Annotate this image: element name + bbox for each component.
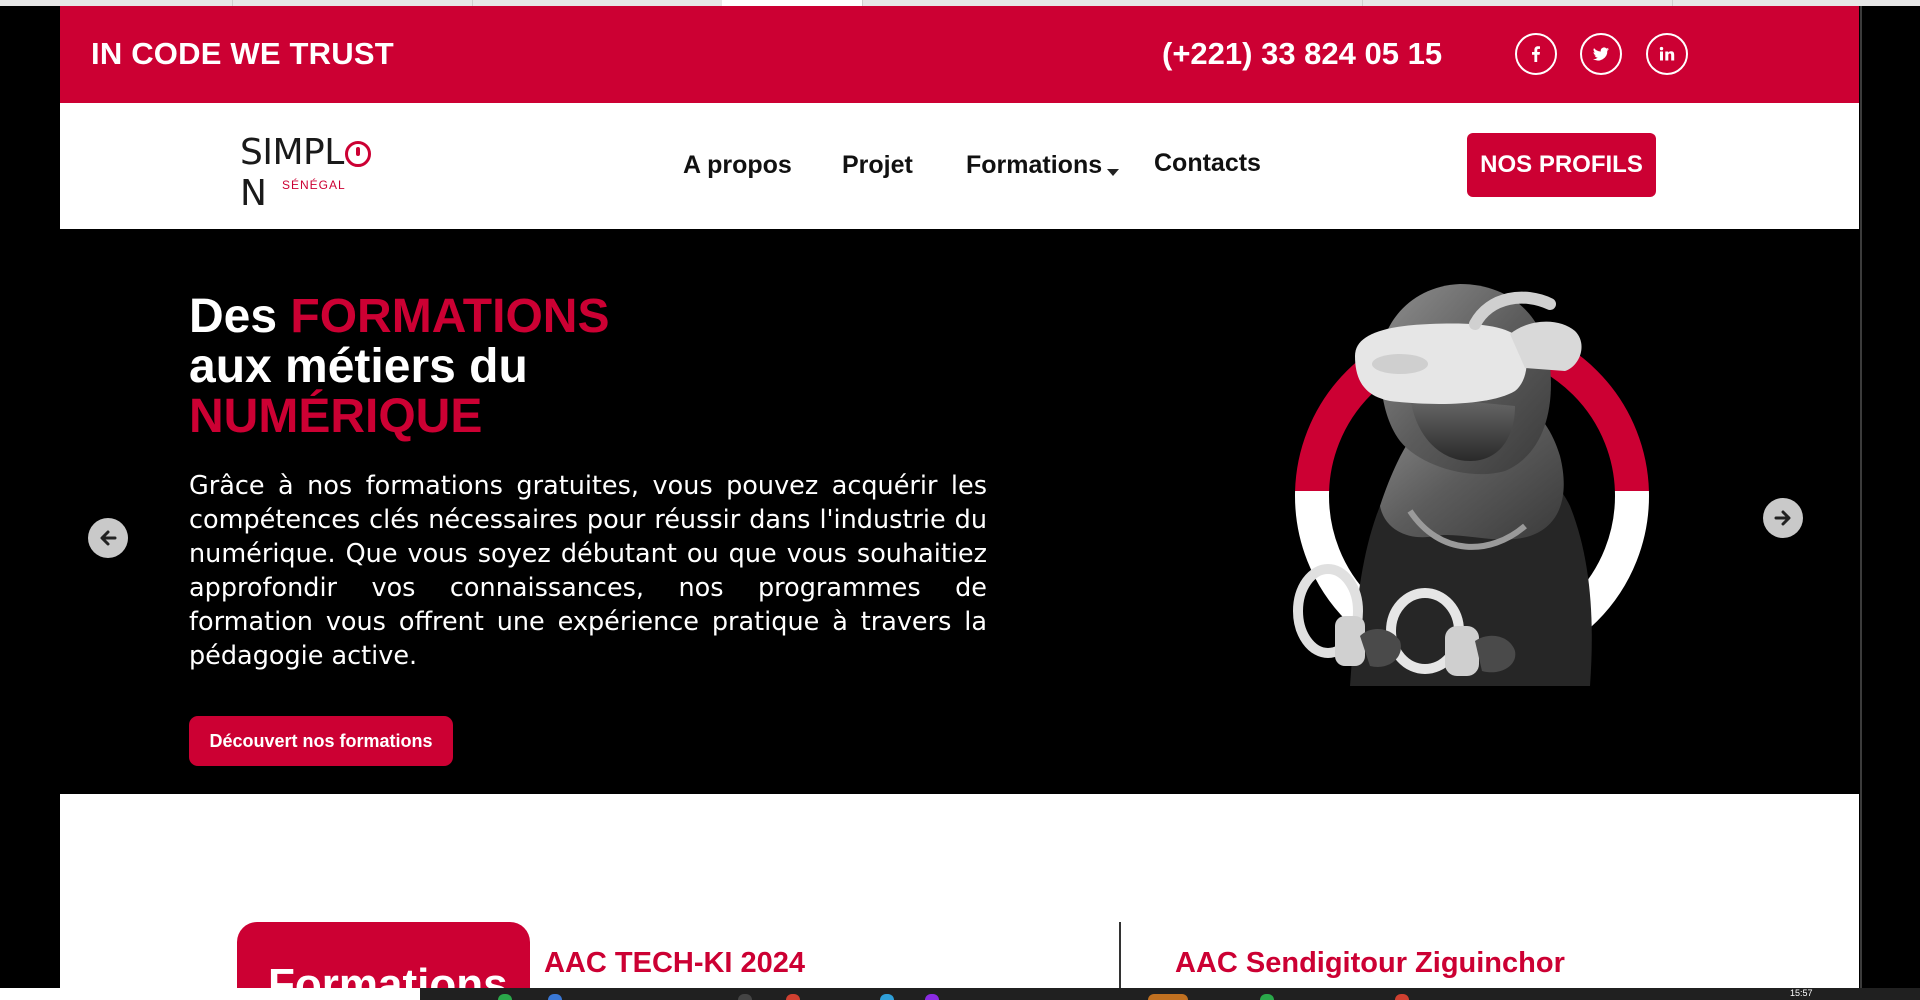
nav-contacts[interactable]: Contacts [1154, 149, 1261, 178]
main-navigation: SIMPLN SÉNÉGAL A propos Projet Formation… [60, 103, 1859, 229]
app-icon[interactable] [880, 994, 894, 1000]
divider [1119, 922, 1121, 988]
arrow-right-icon[interactable] [1763, 498, 1803, 538]
power-icon [344, 141, 371, 167]
formations-section: Formations AAC TECH-KI 2024 AAC Sendigit… [60, 794, 1859, 988]
formation-card-title[interactable]: AAC Sendigitour Ziguinchor [1175, 947, 1565, 980]
scrollbar-track[interactable] [1860, 6, 1862, 988]
app-icon[interactable] [548, 994, 562, 1000]
phone-number[interactable]: (+221) 33 824 05 15 [1162, 36, 1442, 72]
left-margin [0, 6, 60, 988]
nav-formations[interactable]: Formations [966, 151, 1102, 180]
app-icon[interactable] [1395, 994, 1409, 1000]
discover-formations-button[interactable]: Découvert nos formations [189, 716, 453, 766]
taskbar-search-box[interactable] [0, 988, 420, 1000]
hero-title: Des FORMATIONS aux métiers du NUMÉRIQUE [189, 290, 610, 443]
simplon-logo[interactable]: SIMPLN SÉNÉGAL [240, 132, 390, 214]
taskbar-clock[interactable]: 15:57 [1790, 988, 1813, 998]
webpage: IN CODE WE TRUST (+221) 33 824 05 15 SIM… [60, 6, 1859, 988]
linkedin-icon[interactable] [1646, 33, 1688, 75]
app-icon[interactable] [925, 994, 939, 1000]
slogan: IN CODE WE TRUST [91, 36, 394, 71]
app-icon[interactable] [738, 994, 752, 1000]
app-icon[interactable] [498, 994, 512, 1000]
logo-subtitle: SÉNÉGAL [282, 178, 346, 192]
twitter-icon[interactable] [1580, 33, 1622, 75]
formation-card-title[interactable]: AAC TECH-KI 2024 [544, 947, 805, 980]
right-margin [1860, 6, 1920, 988]
top-bar: IN CODE WE TRUST (+221) 33 824 05 15 [60, 6, 1859, 103]
chevron-down-icon[interactable] [1107, 169, 1119, 176]
nav-a-propos[interactable]: A propos [683, 151, 792, 180]
app-icon[interactable] [1148, 994, 1188, 1000]
app-icon[interactable] [786, 994, 800, 1000]
os-taskbar: 15:57 [0, 988, 1920, 1000]
facebook-icon[interactable] [1515, 33, 1557, 75]
vr-headset-illustration [1293, 284, 1649, 686]
app-icon[interactable] [1260, 994, 1274, 1000]
logo-wordmark: SIMPLN [240, 132, 390, 214]
hero-carousel: Des FORMATIONS aux métiers du NUMÉRIQUE … [60, 229, 1859, 794]
hero-paragraph: Grâce à nos formations gratuites, vous p… [189, 471, 987, 671]
formations-badge: Formations [237, 922, 530, 988]
nav-projet[interactable]: Projet [842, 151, 913, 180]
arrow-left-icon[interactable] [88, 518, 128, 558]
nos-profils-button[interactable]: NOS PROFILS [1467, 133, 1656, 197]
